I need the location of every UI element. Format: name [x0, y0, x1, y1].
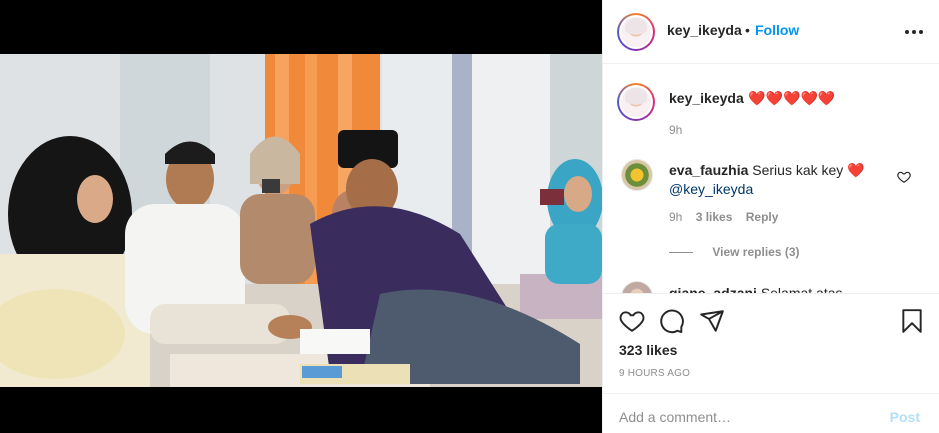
- likes-count[interactable]: 323 likes: [619, 342, 677, 358]
- caption-text: ❤️❤️❤️❤️❤️: [748, 90, 836, 106]
- share-icon[interactable]: [699, 308, 725, 334]
- comment-time[interactable]: 9h: [669, 210, 682, 224]
- comment-likes[interactable]: 3 likes: [696, 210, 733, 224]
- commenter-username[interactable]: giane_adzani: [669, 285, 757, 293]
- heart-icon[interactable]: [619, 308, 645, 334]
- caption-avatar[interactable]: [617, 83, 655, 121]
- commenter-avatar[interactable]: [621, 281, 653, 293]
- comment-meta: 9h 3 likes Reply: [669, 210, 778, 224]
- comment-item: giane_adzani Selamat atas: [669, 284, 843, 293]
- post-photo[interactable]: [0, 54, 602, 387]
- view-replies[interactable]: View replies (3): [669, 245, 800, 259]
- post-media[interactable]: [0, 0, 602, 433]
- view-replies-line: [669, 252, 693, 254]
- comment-mention[interactable]: @key_ikeyda: [669, 181, 753, 197]
- comment-item: eva_fauzhia Serius kak key ❤️ @key_ikeyd…: [669, 161, 904, 199]
- author-avatar[interactable]: [617, 13, 655, 51]
- comments-list[interactable]: key_ikeyda ❤️❤️❤️❤️❤️ 9h eva_fauzhia Ser…: [603, 65, 939, 293]
- commenter-avatar[interactable]: [621, 159, 653, 191]
- header-separator: •: [745, 22, 750, 38]
- post-comment-button[interactable]: Post: [890, 409, 920, 425]
- post-header: key_ikeyda • Follow: [603, 0, 939, 64]
- view-replies-label[interactable]: View replies (3): [712, 245, 799, 259]
- more-options-icon[interactable]: [904, 22, 924, 42]
- caption-time[interactable]: 9h: [669, 123, 682, 137]
- author-username[interactable]: key_ikeyda: [667, 22, 742, 38]
- comment-text: Selamat atas: [760, 285, 843, 293]
- caption-username[interactable]: key_ikeyda: [669, 90, 744, 106]
- photo-illustration: [0, 54, 602, 387]
- bookmark-icon[interactable]: [899, 308, 925, 334]
- comment-text: Serius kak key ❤️: [752, 162, 865, 178]
- add-comment-input[interactable]: Add a comment…: [619, 409, 731, 425]
- reply-button[interactable]: Reply: [746, 210, 779, 224]
- post-time-ago[interactable]: 9 HOURS AGO: [619, 368, 690, 379]
- follow-button[interactable]: Follow: [755, 22, 799, 38]
- comment-like-heart-icon[interactable]: [897, 170, 911, 184]
- commenter-username[interactable]: eva_fauzhia: [669, 162, 748, 178]
- comment-icon[interactable]: [659, 308, 685, 334]
- post-side-panel: key_ikeyda • Follow key_ikeyda ❤️❤️❤️❤️❤…: [602, 0, 939, 433]
- comment-box-divider: [603, 393, 939, 394]
- actions-divider: [603, 293, 939, 294]
- caption: key_ikeyda ❤️❤️❤️❤️❤️: [669, 89, 835, 108]
